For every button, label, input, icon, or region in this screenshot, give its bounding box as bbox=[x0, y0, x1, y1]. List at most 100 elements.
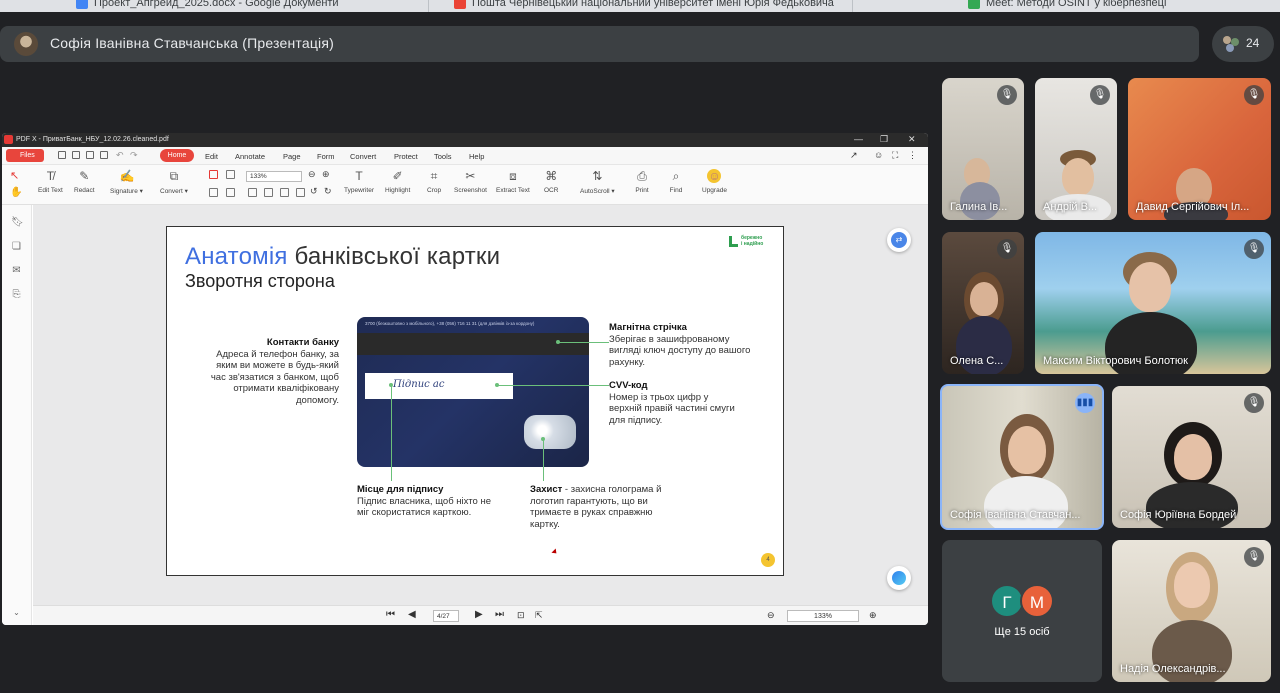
participant-tile[interactable]: 🎙︎ Олена С... bbox=[942, 232, 1024, 374]
share-out-icon[interactable]: ↗ bbox=[850, 150, 858, 161]
next-page-icon[interactable]: ▶ bbox=[475, 610, 483, 620]
translate-icon: ⇄ bbox=[891, 232, 907, 248]
participant-tile-active[interactable]: ▮▮▮ Софія Іванівна Ставчан... bbox=[940, 384, 1104, 530]
fit-page-icon[interactable]: ⊡ bbox=[517, 610, 525, 620]
label-title: Захист bbox=[530, 484, 563, 495]
two-page-icon[interactable] bbox=[226, 170, 235, 179]
tab-home[interactable]: Home bbox=[160, 149, 194, 162]
mic-off-icon: 🎙︎ bbox=[1244, 85, 1264, 105]
title-highlight: Анатомія bbox=[185, 243, 288, 270]
minimize-icon[interactable]: — bbox=[854, 134, 863, 144]
others-tile[interactable]: Г М Ще 15 осіб bbox=[942, 540, 1102, 682]
typewriter-button[interactable]: T Typewriter bbox=[344, 169, 374, 194]
tab-edit[interactable]: Edit bbox=[205, 152, 218, 161]
files-button[interactable]: Files bbox=[6, 149, 44, 162]
prev-page-icon[interactable]: ◀ bbox=[408, 610, 416, 620]
speaking-indicator-icon: ▮▮▮ bbox=[1075, 393, 1095, 413]
close-icon[interactable]: ✕ bbox=[908, 134, 916, 145]
mascot-icon[interactable]: ☺ bbox=[874, 150, 883, 160]
tab-annotate[interactable]: Annotate bbox=[235, 152, 265, 161]
zoom-in-icon[interactable]: ⊕ bbox=[322, 169, 330, 180]
single-page-icon[interactable] bbox=[209, 170, 218, 179]
rotate-left-icon[interactable]: ↺ bbox=[310, 186, 318, 197]
convert-icon: ⧉ bbox=[169, 169, 179, 183]
signature-button[interactable]: ✍ Signature ▾ bbox=[110, 169, 143, 195]
view-icon-5[interactable] bbox=[280, 188, 289, 197]
screenshot-button[interactable]: ✂ Screenshot bbox=[454, 169, 487, 194]
print-button[interactable]: ⎙ Print bbox=[635, 169, 649, 194]
participant-video bbox=[1174, 434, 1212, 480]
more-icon[interactable]: ⋮ bbox=[908, 150, 917, 161]
select-cursor-icon[interactable]: ↖ bbox=[10, 169, 19, 182]
redact-button[interactable]: ✎ Redact bbox=[74, 169, 95, 194]
redo-icon[interactable]: ↷ bbox=[130, 150, 138, 161]
title-rest: банківської картки bbox=[287, 243, 501, 270]
edit-text-button[interactable]: T̸ Edit Text bbox=[38, 169, 63, 194]
participant-tile[interactable]: 🎙︎ Давид Сергійович Іл... bbox=[1128, 78, 1271, 220]
pages-icon[interactable]: ❏ bbox=[11, 241, 22, 252]
autoscroll-button[interactable]: ⇅ AutoScroll ▾ bbox=[580, 169, 615, 195]
browser-tab-meet[interactable]: Meet: Методи OSINT у кіберпезпеці bbox=[968, 0, 1166, 12]
upgrade-button[interactable]: ☺ Upgrade bbox=[702, 169, 727, 194]
ai-assistant-button[interactable] bbox=[887, 566, 911, 590]
presenter-title: Софія Іванівна Ставчанська (Презентація) bbox=[50, 35, 334, 51]
tool-label: Edit Text bbox=[38, 187, 63, 194]
undo-icon[interactable]: ↶ bbox=[116, 150, 124, 161]
chevron-down-icon[interactable]: ⌄ bbox=[11, 607, 22, 618]
tab-convert[interactable]: Convert bbox=[350, 152, 376, 161]
maximize-icon[interactable]: ❐ bbox=[880, 134, 888, 145]
fullscreen-icon[interactable]: ⛶ bbox=[892, 150, 898, 161]
connector-dot bbox=[389, 383, 393, 387]
first-page-icon[interactable]: ⏮ bbox=[386, 610, 395, 620]
brand-logo: бережно і надійно bbox=[729, 235, 775, 252]
ocr-button[interactable]: ⌘ OCR bbox=[544, 169, 558, 194]
attachment-icon[interactable]: ⎘ bbox=[11, 289, 22, 300]
tab-form[interactable]: Form bbox=[317, 152, 335, 161]
open-icon[interactable] bbox=[58, 151, 66, 159]
translate-button[interactable]: ⇄ bbox=[887, 228, 911, 252]
tab-help[interactable]: Help bbox=[469, 152, 484, 161]
people-button[interactable]: 24 bbox=[1212, 26, 1274, 62]
view-icon-2[interactable] bbox=[226, 188, 235, 197]
tab-protect[interactable]: Protect bbox=[394, 152, 418, 161]
participant-tile[interactable]: 🎙︎ Софія Юріївна Бордей bbox=[1112, 386, 1271, 528]
view-icon-3[interactable] bbox=[248, 188, 257, 197]
view-icon-1[interactable] bbox=[209, 188, 218, 197]
print-quick-icon[interactable] bbox=[86, 151, 94, 159]
hologram bbox=[524, 415, 576, 449]
convert-button[interactable]: ⧉ Convert ▾ bbox=[160, 169, 188, 195]
tab-tools[interactable]: Tools bbox=[434, 152, 452, 161]
find-button[interactable]: ⌕ Find bbox=[669, 169, 683, 194]
extract-text-button[interactable]: ⧈ Extract Text bbox=[496, 169, 530, 194]
zoom-out-icon[interactable]: ⊖ bbox=[308, 169, 316, 180]
mic-off-icon: 🎙︎ bbox=[997, 85, 1017, 105]
view-icon-6[interactable] bbox=[296, 188, 305, 197]
export-page-icon[interactable]: ⇱ bbox=[535, 610, 543, 620]
participant-tile[interactable]: 🎙︎ Надія Олександрів... bbox=[1112, 540, 1271, 682]
page-number-input[interactable]: 4/27 bbox=[433, 610, 459, 622]
participant-tile[interactable]: 🎙︎ Андрій В... bbox=[1035, 78, 1117, 220]
zoom-out-bottom-icon[interactable]: ⊖ bbox=[767, 610, 775, 620]
zoom-in-bottom-icon[interactable]: ⊕ bbox=[869, 610, 877, 620]
tab-page[interactable]: Page bbox=[283, 152, 301, 161]
pdfx-logo-icon bbox=[4, 135, 13, 144]
zoom-level[interactable]: 133% bbox=[787, 610, 859, 622]
hand-icon[interactable]: ✋ bbox=[10, 187, 22, 198]
rotate-right-icon[interactable]: ↻ bbox=[324, 186, 332, 197]
browser-tab-mail[interactable]: Пошта Чернівецький національний універси… bbox=[454, 0, 834, 12]
bookmark-icon[interactable]: 🔖︎ bbox=[11, 217, 24, 228]
last-page-icon[interactable]: ⏭ bbox=[495, 610, 504, 620]
browser-tab-docs[interactable]: Проект_Апгрейд_2025.docx - Google Докуме… bbox=[76, 0, 339, 12]
save-icon[interactable] bbox=[72, 151, 80, 159]
comment-icon[interactable]: ✉ bbox=[11, 265, 22, 276]
highlight-button[interactable]: ✐ Highlight bbox=[385, 169, 410, 194]
gmail-icon bbox=[454, 0, 466, 9]
participant-tile[interactable]: 🎙︎ Галина Ів... bbox=[942, 78, 1024, 220]
crop-button[interactable]: ⌗ Crop bbox=[427, 169, 441, 194]
crop-icon: ⌗ bbox=[430, 169, 438, 183]
participant-tile[interactable]: 🎙︎ Максим Вікторович Болотюк bbox=[1035, 232, 1271, 374]
participant-video bbox=[1146, 482, 1238, 528]
view-icon-4[interactable] bbox=[264, 188, 273, 197]
zoom-select[interactable]: 133% bbox=[246, 171, 302, 182]
share-icon[interactable] bbox=[100, 151, 108, 159]
